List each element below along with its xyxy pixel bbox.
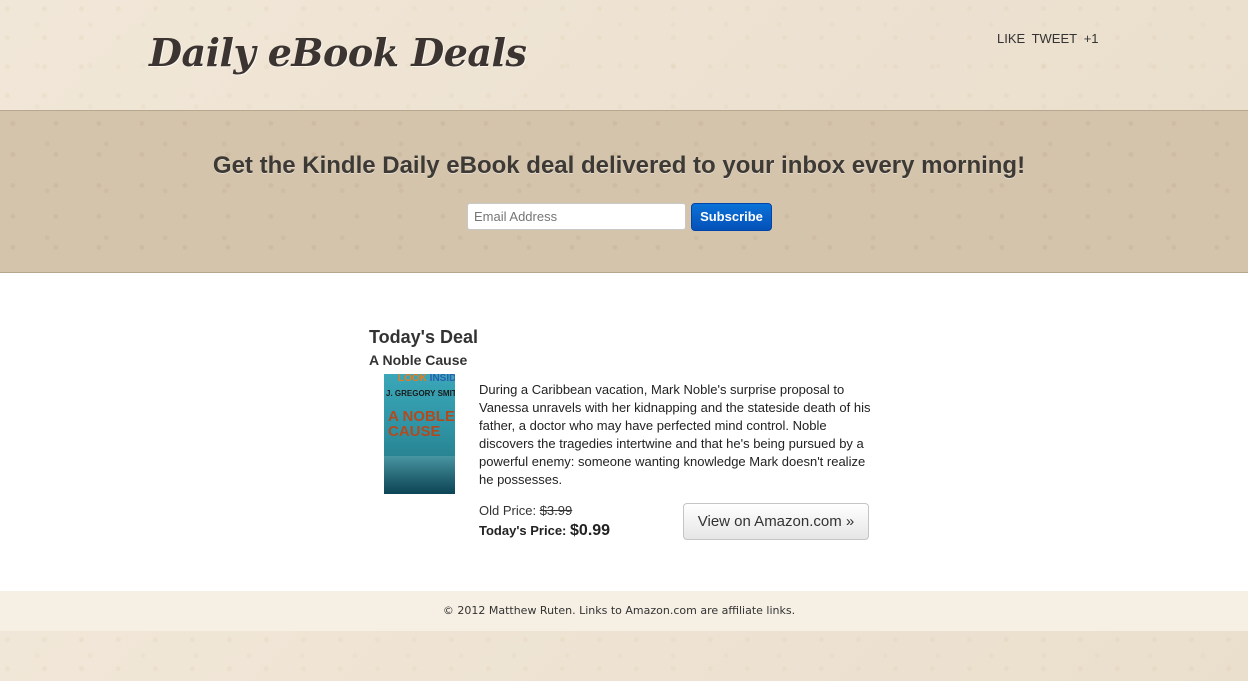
cover-water-art (384, 456, 455, 494)
book-description: During a Caribbean vacation, Mark Noble'… (479, 382, 871, 487)
old-price-label: Old Price: (479, 503, 537, 518)
social-links: LIKE TWEET +1 (997, 31, 1102, 46)
tweet-link[interactable]: TWEET (1032, 31, 1078, 46)
deal-heading: Today's Deal (369, 327, 478, 347)
subscribe-button[interactable]: Subscribe (691, 203, 772, 231)
today-price: Today's Price: $0.99 (479, 522, 610, 540)
site-header: Daily eBook Deals LIKE TWEET +1 (0, 0, 1248, 110)
page-bottom-background (0, 631, 1248, 681)
site-logo[interactable]: Daily eBook Deals (149, 30, 527, 75)
signup-headline: Get the Kindle Daily eBook deal delivere… (212, 152, 1026, 179)
main-content: Today's Deal A Noble Cause LOOK INSIDE! … (0, 273, 1248, 591)
today-price-value: $0.99 (570, 522, 611, 539)
look-inside-badge: LOOK INSIDE! (398, 374, 455, 384)
look-inside-prefix: LOOK (398, 374, 430, 384)
look-inside-suffix: INSIDE! (429, 374, 455, 384)
signup-band: Get the Kindle Daily eBook deal delivere… (0, 110, 1248, 273)
view-on-amazon-button[interactable]: View on Amazon.com » (683, 503, 869, 540)
site-footer: © 2012 Matthew Ruten. Links to Amazon.co… (0, 591, 1248, 631)
email-field[interactable] (467, 203, 686, 230)
plus-one-link[interactable]: +1 (1084, 31, 1099, 46)
footer-text: © 2012 Matthew Ruten. Links to Amazon.co… (442, 604, 796, 617)
book-title: A Noble Cause (369, 352, 468, 368)
old-price: Old Price: $3.99 (479, 503, 572, 518)
book-cover-image[interactable]: LOOK INSIDE! J. GREGORY SMITH A NOBLE CA… (384, 374, 455, 494)
cover-author: J. GREGORY SMITH (386, 389, 455, 398)
old-price-value: $3.99 (539, 503, 573, 518)
like-link[interactable]: LIKE (997, 31, 1025, 46)
cover-title: A NOBLE CAUSE (388, 408, 455, 440)
today-price-label: Today's Price: (479, 523, 567, 538)
